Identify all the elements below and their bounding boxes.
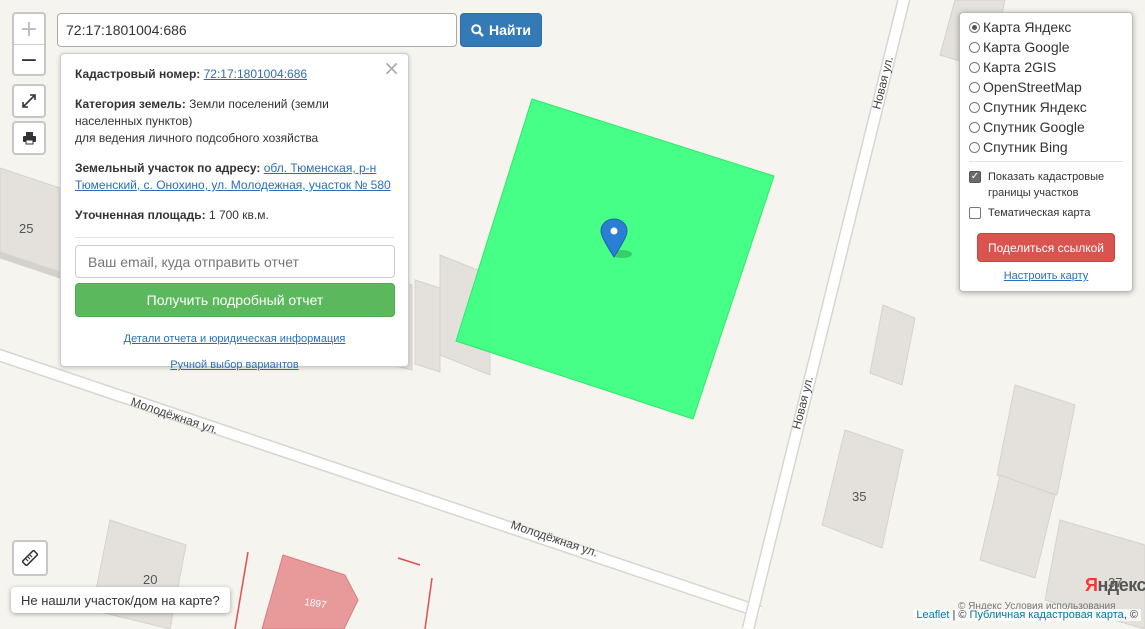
show-borders-checkbox[interactable]: ✓ Показать кадастровые границы участков: [969, 169, 1123, 201]
land-use-value: для ведения личного подсобного хозяйства: [75, 131, 319, 145]
checkbox-checked-icon[interactable]: ✓: [969, 171, 981, 183]
not-found-button[interactable]: Не нашли участок/дом на карте?: [11, 587, 230, 613]
radio-icon[interactable]: [969, 81, 980, 93]
email-field[interactable]: [75, 245, 395, 278]
layer-option[interactable]: Карта Google: [969, 37, 1123, 57]
manual-choice-link[interactable]: Ручной выбор вариантов: [170, 359, 298, 371]
layer-option-label: Карта 2GIS: [983, 59, 1057, 75]
search-icon: [471, 23, 484, 37]
checkbox-unchecked-icon[interactable]: [969, 207, 981, 219]
radio-selected-icon[interactable]: [969, 21, 980, 33]
fullscreen-button[interactable]: [12, 84, 46, 118]
layer-option-label: Спутник Google: [983, 119, 1085, 135]
house-number: 25: [19, 221, 33, 236]
expand-icon: [22, 94, 36, 108]
cadastral-number-row: Кадастровый номер: 72:17:1801004:686: [75, 66, 394, 83]
layer-option-label: Карта Яндекс: [983, 19, 1072, 35]
measure-button[interactable]: [12, 540, 48, 576]
get-report-button[interactable]: Получить подробный отчет: [75, 283, 395, 317]
cadastral-number-label: Кадастровый номер:: [75, 67, 201, 81]
layer-option[interactable]: Карта 2GIS: [969, 57, 1123, 77]
thematic-map-label: Тематическая карта: [988, 207, 1091, 219]
cadastral-number-link[interactable]: 72:17:1801004:686: [204, 67, 307, 81]
yandex-logo: Яндекс: [1085, 575, 1145, 595]
divider: [75, 237, 394, 238]
search-button[interactable]: Найти: [460, 13, 542, 47]
configure-map-link[interactable]: Настроить карту: [969, 270, 1123, 282]
layer-option-label: Спутник Яндекс: [983, 99, 1087, 115]
layer-option[interactable]: Спутник Bing: [969, 137, 1123, 157]
close-icon[interactable]: ×: [383, 58, 400, 78]
ruler-icon: [22, 550, 38, 566]
radio-icon[interactable]: [969, 121, 980, 133]
zoom-out-button[interactable]: −: [14, 45, 44, 75]
parcel-info-panel: × Кадастровый номер: 72:17:1801004:686 К…: [60, 53, 409, 371]
attribution: Leaflet | © Публичная кадастровая карта,…: [913, 609, 1141, 621]
print-button[interactable]: [12, 121, 46, 155]
land-category-row: Категория земель: Земли поселений (земли…: [75, 96, 345, 147]
leaflet-link[interactable]: Leaflet: [916, 609, 949, 621]
layer-option-label: Карта Google: [983, 39, 1070, 55]
land-category-label: Категория земель:: [75, 97, 186, 111]
show-borders-label: Показать кадастровые границы участков: [988, 171, 1105, 199]
radio-icon[interactable]: [969, 41, 980, 53]
report-details-link[interactable]: Детали отчета и юридическая информация: [124, 333, 346, 345]
layer-option[interactable]: Карта Яндекс: [969, 17, 1123, 37]
layer-option[interactable]: Спутник Google: [969, 117, 1123, 137]
pkk-link[interactable]: Публичная кадастровая карта: [970, 609, 1124, 621]
share-link-button[interactable]: Поделиться ссылкой: [977, 233, 1115, 262]
radio-icon[interactable]: [969, 101, 980, 113]
cadastral-search-input[interactable]: [57, 13, 457, 47]
divider: [969, 161, 1123, 162]
zoom-control: + −: [12, 12, 46, 76]
zoom-in-button[interactable]: +: [14, 14, 44, 45]
area-label: Уточненная площадь:: [75, 208, 206, 222]
layer-option[interactable]: Спутник Яндекс: [969, 97, 1123, 117]
radio-icon[interactable]: [969, 61, 980, 73]
radio-icon[interactable]: [969, 141, 980, 153]
area-row: Уточненная площадь: 1 700 кв.м.: [75, 207, 394, 224]
layer-switcher: Карта Яндекс Карта Google Карта 2GIS OpenSt…: [959, 12, 1133, 292]
layer-option-label: OpenStreetMap: [983, 79, 1082, 95]
thematic-map-checkbox[interactable]: Тематическая карта: [969, 205, 1123, 221]
address-row: Земельный участок по адресу: обл. Тюменс…: [75, 160, 394, 194]
area-value: 1 700 кв.м.: [208, 208, 269, 222]
printer-icon: [22, 132, 36, 145]
layer-option-label: Спутник Bing: [983, 139, 1068, 155]
address-label: Земельный участок по адресу:: [75, 161, 261, 175]
house-number: 20: [143, 572, 157, 587]
search-button-label: Найти: [489, 22, 531, 38]
house-number: 35: [852, 489, 866, 504]
layer-option[interactable]: OpenStreetMap: [969, 77, 1123, 97]
